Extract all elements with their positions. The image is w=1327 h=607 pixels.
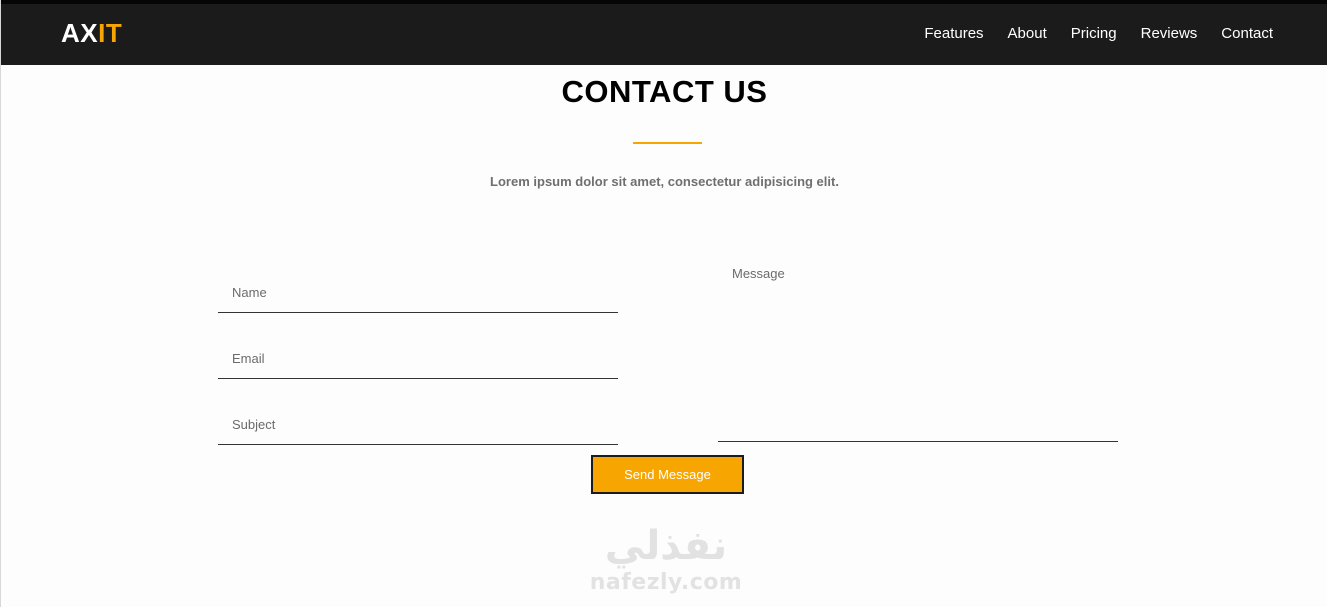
nav-reviews[interactable]: Reviews bbox=[1141, 24, 1198, 44]
watermark-latin-text: nafezly.com bbox=[589, 570, 743, 595]
email-input[interactable] bbox=[218, 339, 618, 379]
section-title: CONTACT US bbox=[561, 74, 768, 109]
nav-pricing[interactable]: Pricing bbox=[1071, 24, 1117, 44]
logo-text-accent: IT bbox=[98, 18, 123, 48]
nav-about[interactable]: About bbox=[1008, 24, 1047, 44]
page: AXIT Features About Pricing Reviews Cont… bbox=[0, 0, 1327, 607]
name-input[interactable] bbox=[218, 273, 618, 313]
title-underline bbox=[633, 142, 702, 144]
top-navbar: AXIT Features About Pricing Reviews Cont… bbox=[1, 0, 1327, 65]
nav-features[interactable]: Features bbox=[924, 24, 983, 44]
main-nav: Features About Pricing Reviews Contact bbox=[924, 24, 1273, 44]
section-subtitle: Lorem ipsum dolor sit amet, consectetur … bbox=[490, 174, 839, 189]
logo[interactable]: AXIT bbox=[61, 18, 122, 48]
subject-input[interactable] bbox=[218, 405, 618, 445]
send-message-button[interactable]: Send Message bbox=[591, 455, 744, 494]
watermark-logo: نفذلي nafezly.com bbox=[561, 522, 771, 607]
watermark-arabic-text: نفذلي bbox=[604, 523, 728, 569]
nav-contact[interactable]: Contact bbox=[1221, 24, 1273, 44]
logo-text-white: AX bbox=[61, 18, 99, 48]
message-textarea[interactable] bbox=[718, 258, 1118, 442]
